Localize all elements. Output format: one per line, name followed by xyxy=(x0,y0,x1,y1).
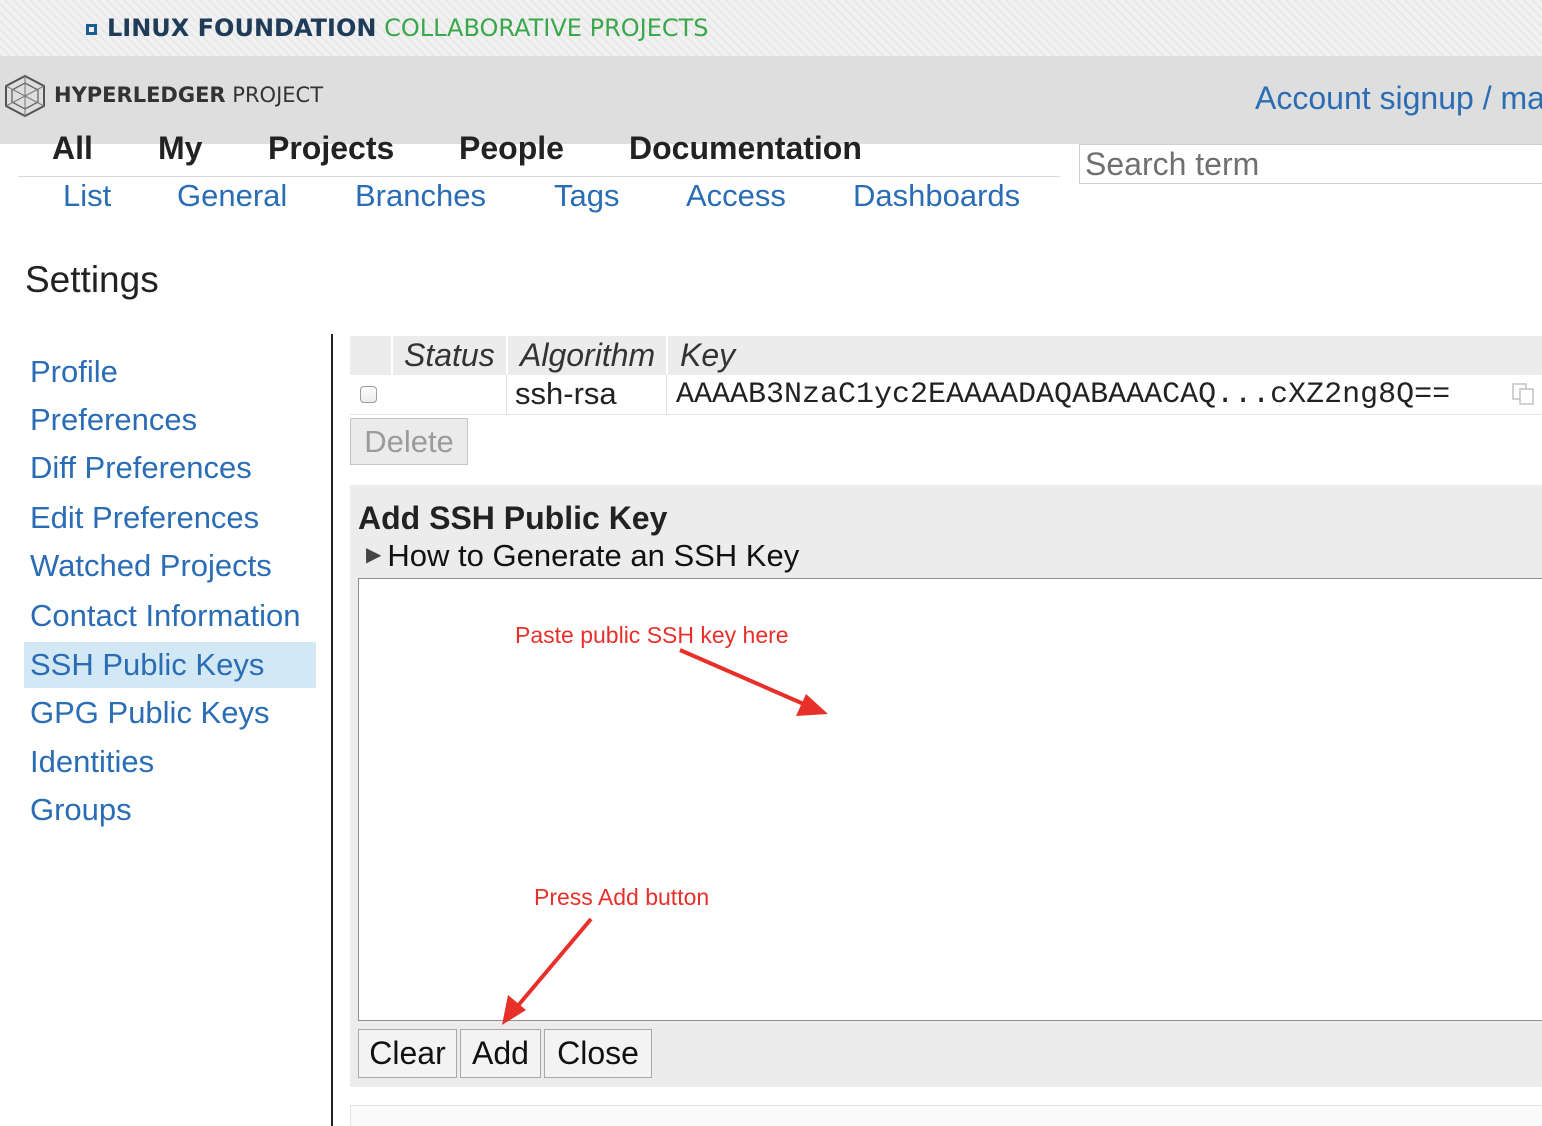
account-signup-link[interactable]: Account signup / ma xyxy=(1255,80,1542,117)
hyperledger-logo-text[interactable]: HYPERLEDGER PROJECT xyxy=(54,83,323,107)
footer-panel xyxy=(350,1105,1542,1126)
lf-square-icon xyxy=(86,24,97,35)
sidebar-item-gpg-public-keys[interactable]: GPG Public Keys xyxy=(24,690,316,736)
cell-separator xyxy=(666,375,667,415)
header-separator xyxy=(666,336,668,375)
topnav-people[interactable]: People xyxy=(459,130,564,167)
algorithm-cell: ssh-rsa xyxy=(515,376,617,411)
delete-button[interactable]: Delete xyxy=(350,418,468,465)
howto-label: How to Generate an SSH Key xyxy=(387,538,800,573)
header-separator xyxy=(391,336,393,375)
column-header-key: Key xyxy=(680,337,736,373)
sidebar-divider xyxy=(331,334,333,1126)
add-button[interactable]: Add xyxy=(460,1029,541,1078)
lf-logo[interactable]: LINUX FOUNDATION COLLABORATIVE PROJECTS xyxy=(86,14,709,42)
sidebar-item-identities[interactable]: Identities xyxy=(24,739,316,785)
hyperledger-logo-icon[interactable] xyxy=(2,74,48,118)
subnav-access[interactable]: Access xyxy=(686,178,786,214)
logo-rest: PROJECT xyxy=(225,83,324,107)
topnav-all[interactable]: All xyxy=(52,130,93,167)
triangle-right-icon: ▶ xyxy=(366,544,382,566)
sidebar-item-diff-preferences[interactable]: Diff Preferences xyxy=(24,445,316,491)
add-ssh-key-title: Add SSH Public Key xyxy=(358,500,668,536)
subnav-branches[interactable]: Branches xyxy=(355,178,486,214)
lf-logo-collab: COLLABORATIVE PROJECTS xyxy=(384,14,709,42)
key-cell: AAAAB3NzaC1yc2EAAAADAQABAAACAQ...cXZ2ng8… xyxy=(676,378,1451,412)
topnav-my[interactable]: My xyxy=(158,130,202,167)
annotation-paste-hint: Paste public SSH key here xyxy=(515,622,789,648)
cell-separator xyxy=(506,375,507,415)
logo-bold: HYPERLEDGER xyxy=(54,83,226,107)
subnav-dashboards[interactable]: Dashboards xyxy=(853,178,1020,214)
subnav-list[interactable]: List xyxy=(63,178,111,214)
copy-icon[interactable] xyxy=(1511,382,1537,406)
sidebar-item-contact-information[interactable]: Contact Information xyxy=(24,593,316,639)
key-select-checkbox[interactable] xyxy=(360,386,377,403)
table-row: ssh-rsa AAAAB3NzaC1yc2EAAAADAQABAAACAQ..… xyxy=(350,375,1542,415)
nav-divider xyxy=(18,176,1060,177)
sidebar-item-profile[interactable]: Profile xyxy=(24,349,316,395)
subnav-tags[interactable]: Tags xyxy=(554,178,619,214)
annotation-add-hint: Press Add button xyxy=(534,884,710,910)
clear-button[interactable]: Clear xyxy=(358,1029,457,1078)
search-input[interactable] xyxy=(1079,144,1542,184)
close-button[interactable]: Close xyxy=(544,1029,652,1078)
sidebar-item-edit-preferences[interactable]: Edit Preferences xyxy=(24,495,316,541)
lf-logo-bold: LINUX FOUNDATION xyxy=(107,14,377,42)
sidebar-item-preferences[interactable]: Preferences xyxy=(24,397,316,443)
topnav-projects[interactable]: Projects xyxy=(268,130,394,167)
topnav-documentation[interactable]: Documentation xyxy=(629,130,862,167)
column-header-algorithm: Algorithm xyxy=(520,337,656,373)
sidebar-item-groups[interactable]: Groups xyxy=(24,787,316,833)
keys-table-header: Status Algorithm Key xyxy=(350,336,1542,375)
page-title: Settings xyxy=(25,259,159,300)
sidebar-item-watched-projects[interactable]: Watched Projects xyxy=(24,543,316,589)
subnav-general[interactable]: General xyxy=(177,178,287,214)
sidebar-item-ssh-public-keys[interactable]: SSH Public Keys xyxy=(24,642,316,688)
header-separator xyxy=(506,336,508,375)
column-header-status: Status xyxy=(404,337,495,373)
howto-disclosure[interactable]: ▶ How to Generate an SSH Key xyxy=(366,538,799,574)
lf-banner: LINUX FOUNDATION COLLABORATIVE PROJECTS xyxy=(0,0,1542,56)
